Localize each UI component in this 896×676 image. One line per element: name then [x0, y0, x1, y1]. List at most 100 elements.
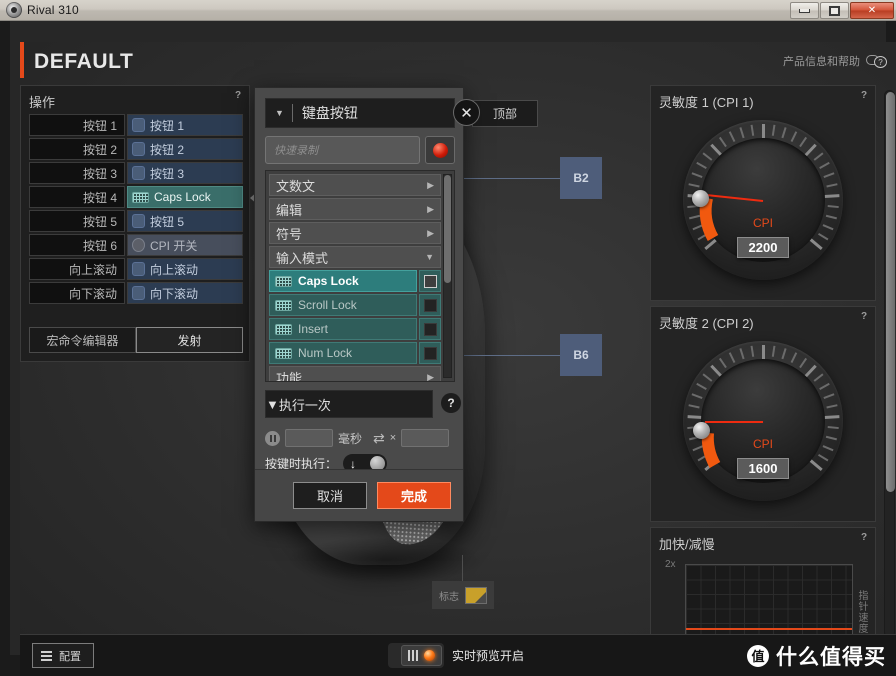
key-item-caps-lock[interactable]: Caps Lock: [269, 270, 441, 292]
chevron-down-icon: ▼: [275, 108, 284, 118]
category-label: 编辑: [276, 202, 303, 218]
repeat-count-input[interactable]: [401, 429, 450, 447]
acceleration-help-icon[interactable]: ?: [858, 532, 870, 544]
live-preview-control[interactable]: 实时预览开启: [388, 643, 524, 668]
cpi2-gauge[interactable]: CPI 1600: [683, 341, 843, 501]
cpi1-knob-handle[interactable]: [692, 190, 709, 207]
mouse-shadow: [285, 537, 485, 583]
key-item-box[interactable]: Num Lock: [269, 342, 417, 364]
pause-icon: [265, 430, 280, 446]
category-alphanumeric[interactable]: 文数文 ▶: [269, 174, 441, 196]
fire-button[interactable]: 发射: [136, 327, 243, 353]
maximize-icon: [829, 5, 840, 16]
config-button[interactable]: 配置: [32, 643, 94, 668]
cpi1-value[interactable]: 2200: [737, 236, 789, 258]
category-label: 文数文: [276, 178, 316, 194]
binding-value-text: 向下滚动: [150, 286, 199, 301]
table-row[interactable]: 按钮 5 按钮 5: [29, 210, 243, 232]
delay-input[interactable]: [285, 429, 333, 447]
category-input-mode[interactable]: 输入模式 ▼: [269, 246, 441, 268]
logo-color-swatch[interactable]: [465, 586, 487, 604]
key-item-checkbox[interactable]: [419, 318, 441, 340]
button-bindings-list: 按钮 1 按钮 1 按钮 2 按钮 2 按钮 3 按钮 3 按钮 4 Caps …: [29, 114, 243, 306]
callout-b6-label[interactable]: B6: [560, 334, 602, 376]
key-item-box[interactable]: Insert: [269, 318, 417, 340]
mouse-icon: [132, 214, 145, 228]
table-row[interactable]: 按钮 6 CPI 开关: [29, 234, 243, 256]
category-edit[interactable]: 编辑 ▶: [269, 198, 441, 220]
right-panel-scrollbar[interactable]: [884, 90, 895, 638]
repeat-mode-select[interactable]: ▼ 执行一次: [265, 390, 433, 418]
right-panel-scroll-thumb[interactable]: [886, 92, 895, 492]
table-row-selected[interactable]: 按钮 4 Caps Lock: [29, 186, 243, 208]
maximize-button[interactable]: [820, 2, 849, 19]
done-button[interactable]: 完成: [377, 482, 451, 509]
key-item-insert[interactable]: Insert: [269, 318, 441, 340]
chevron-down-icon: ▼: [425, 252, 434, 262]
window-title-bar: Rival 310 ✕: [0, 0, 896, 21]
tab-top-view[interactable]: 顶部: [472, 100, 538, 127]
repeat-times-symbol: ×: [389, 432, 397, 444]
key-category-list[interactable]: 文数文 ▶ 编辑 ▶ 符号 ▶ 输入模式 ▼ Caps Lock Scroll …: [265, 170, 455, 382]
table-row[interactable]: 按钮 1 按钮 1: [29, 114, 243, 136]
table-row[interactable]: 按钮 3 按钮 3: [29, 162, 243, 184]
binding-value-text: CPI 开关: [150, 238, 198, 253]
dialog-list-scrollbar[interactable]: [443, 174, 452, 378]
table-row[interactable]: 按钮 2 按钮 2: [29, 138, 243, 160]
keyboard-icon: [275, 347, 292, 359]
macro-editor-button[interactable]: 宏命令编辑器: [29, 327, 136, 353]
watermark: 值 什么值得买: [747, 641, 886, 671]
binding-value[interactable]: 按钮 3: [127, 162, 243, 184]
category-symbols[interactable]: 符号 ▶: [269, 222, 441, 244]
table-row[interactable]: 向下滚动 向下滚动: [29, 282, 243, 304]
binding-type-select[interactable]: ▼ 键盘按钮: [265, 98, 455, 128]
bottom-bar: 配置 实时预览开启 值 什么值得买: [20, 634, 896, 676]
binding-value-text: 按钮 1: [150, 118, 185, 133]
minimize-button[interactable]: [790, 2, 819, 19]
callout-b2-label[interactable]: B2: [560, 157, 602, 199]
close-dialog-icon[interactable]: ✕: [453, 99, 480, 126]
product-help-link[interactable]: 产品信息和帮助 ?: [783, 53, 888, 69]
binding-label: 按钮 6: [29, 234, 125, 256]
logo-color-chip[interactable]: 标志: [432, 581, 494, 609]
key-item-checkbox[interactable]: [419, 294, 441, 316]
key-item-checkbox[interactable]: [419, 270, 441, 292]
binding-value[interactable]: 向下滚动: [127, 282, 243, 304]
category-function[interactable]: 功能 ▶: [269, 366, 441, 382]
actions-panel: 操作 ? 按钮 1 按钮 1 按钮 2 按钮 2 按钮 3 按钮 3 按钮 4 …: [20, 85, 258, 362]
repeat-mode-help-icon[interactable]: ?: [441, 393, 461, 413]
actions-help-icon[interactable]: ?: [232, 90, 244, 102]
cpi2-help-icon[interactable]: ?: [858, 311, 870, 323]
binding-value[interactable]: 按钮 2: [127, 138, 243, 160]
key-item-box[interactable]: Caps Lock: [269, 270, 417, 292]
cpi1-help-icon[interactable]: ?: [858, 90, 870, 102]
binding-value[interactable]: Caps Lock: [127, 186, 243, 208]
binding-label: 按钮 3: [29, 162, 125, 184]
acceleration-curve: [686, 628, 852, 630]
key-item-scroll-lock[interactable]: Scroll Lock: [269, 294, 441, 316]
dialog-list-scroll-thumb[interactable]: [444, 175, 451, 283]
key-item-num-lock[interactable]: Num Lock: [269, 342, 441, 364]
callout-b2-line-h: [460, 178, 560, 179]
binding-value[interactable]: CPI 开关: [127, 234, 243, 256]
key-item-checkbox[interactable]: [419, 342, 441, 364]
binding-value[interactable]: 按钮 5: [127, 210, 243, 232]
live-preview-toggle[interactable]: [388, 643, 444, 668]
key-item-box[interactable]: Scroll Lock: [269, 294, 417, 316]
delay-unit-label: 毫秒: [338, 431, 363, 446]
repeat-mode-value: 执行一次: [278, 397, 331, 413]
binding-value[interactable]: 按钮 1: [127, 114, 243, 136]
cancel-button[interactable]: 取消: [293, 482, 367, 509]
cpi1-gauge[interactable]: CPI 2200: [683, 120, 843, 280]
close-button[interactable]: ✕: [850, 2, 894, 19]
binding-value-text: 按钮 2: [150, 142, 185, 157]
category-label: 功能: [276, 370, 303, 382]
cpi2-value[interactable]: 1600: [737, 457, 789, 479]
binding-label: 向上滚动: [29, 258, 125, 280]
binding-value[interactable]: 向上滚动: [127, 258, 243, 280]
quick-record-input[interactable]: 快速录制: [265, 136, 420, 164]
binding-label: 向下滚动: [29, 282, 125, 304]
category-label: 输入模式: [276, 250, 329, 266]
record-button[interactable]: [425, 136, 455, 164]
table-row[interactable]: 向上滚动 向上滚动: [29, 258, 243, 280]
